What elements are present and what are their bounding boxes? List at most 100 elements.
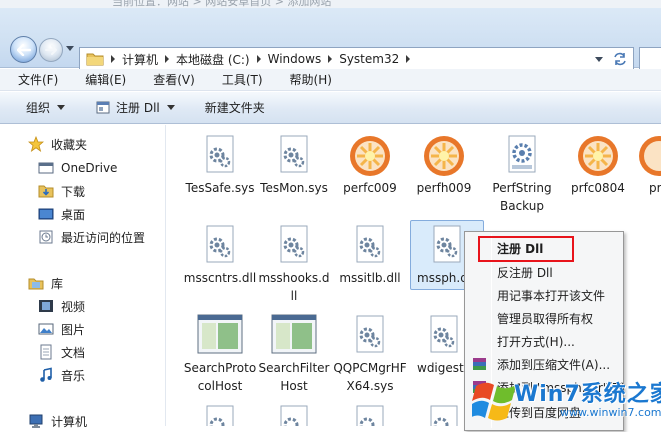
register-dll-label: 注册 Dll (116, 101, 160, 115)
file-row4-item[interactable] (333, 401, 407, 426)
search-box[interactable] (639, 47, 661, 71)
watermark-url: www.winwin7.com (560, 406, 661, 419)
new-folder-button[interactable]: 新建文件夹 (205, 99, 265, 116)
nav-pictures[interactable]: 图片 (38, 318, 85, 340)
documents-icon (40, 344, 52, 360)
breadcrumb-separator-icon[interactable] (256, 55, 261, 63)
file-mssitlb[interactable]: mssitlb.dll (333, 221, 407, 287)
nav-computer-label: 计算机 (51, 414, 88, 429)
file-qqpcmgrhfx64[interactable]: QQPCMgrHFX64.sys (333, 311, 407, 395)
nav-favorites-label: 收藏夹 (51, 137, 88, 152)
file-perfc009[interactable]: perfc009 (333, 131, 407, 197)
forward-button[interactable] (39, 38, 63, 62)
system-file-icon (196, 131, 244, 179)
recent-places-icon (39, 230, 53, 244)
refresh-icon (614, 52, 626, 66)
application-icon (270, 311, 318, 359)
breadcrumb-separator-icon[interactable] (111, 55, 115, 63)
file-name: TesMon.sys (260, 181, 328, 195)
breadcrumb-separator-icon[interactable] (406, 55, 411, 63)
breadcrumb-local-disk[interactable]: 本地磁盘 (C:) (176, 51, 250, 68)
navigation-pane: 收藏夹 OneDrive 下载 桌面 最近访问的位置 库 视频 图片 文档 音乐… (0, 125, 166, 429)
pictures-icon (38, 323, 54, 335)
file-name: SearchFilterHost (258, 361, 330, 393)
file-searchfilterhost[interactable]: SearchFilterHost (257, 311, 331, 395)
star-icon (28, 136, 44, 152)
nav-music[interactable]: 音乐 (38, 364, 85, 386)
nav-onedrive[interactable]: OneDrive (38, 157, 117, 179)
nav-pictures-label: 图片 (61, 322, 86, 337)
nav-favorites[interactable]: 收藏夹 (28, 133, 87, 155)
menu-tools[interactable]: 工具(T) (204, 71, 272, 88)
organize-button[interactable]: 组织 (26, 99, 66, 116)
nav-downloads[interactable]: 下载 (38, 180, 85, 202)
ctx-open-with-notepad-label: 用记事本打开该文件 (497, 288, 606, 303)
file-searchprotocolhost[interactable]: SearchProtocolHost (183, 311, 257, 395)
chevron-down-icon (166, 105, 175, 110)
dll-file-icon (270, 221, 318, 269)
nav-desktop-label: 桌面 (61, 207, 86, 222)
site-watermark: Win7系统之家 www.winwin7.com (468, 370, 661, 426)
new-folder-label: 新建文件夹 (204, 101, 265, 115)
file-msshooks[interactable]: msshooks.dll (257, 221, 331, 305)
breadcrumb-computer[interactable]: 计算机 (122, 51, 158, 68)
nav-desktop[interactable]: 桌面 (38, 203, 85, 225)
breadcrumb-system32[interactable]: System32 (339, 52, 399, 66)
downloads-folder-icon (38, 185, 54, 198)
dll-icon (96, 101, 110, 114)
breadcrumb-windows[interactable]: Windows (268, 52, 322, 66)
recent-pages-dropdown[interactable] (66, 46, 74, 51)
background-breadcrumb: 当前位置：网站 > 网站安卓首页 > 添加网站 (112, 0, 332, 8)
file-tesmon[interactable]: TesMon.sys (257, 131, 331, 197)
file-tessafe[interactable]: TesSafe.sys (183, 131, 257, 197)
address-history-dropdown[interactable] (595, 57, 603, 62)
folder-icon (86, 52, 104, 66)
menu-help[interactable]: 帮助(H) (272, 71, 341, 88)
file-name: msshooks.dll (258, 271, 330, 303)
menu-bar: 文件(F) 编辑(E) 查看(V) 工具(T) 帮助(H) (0, 69, 661, 91)
menu-view[interactable]: 查看(V) (135, 71, 204, 88)
breadcrumb-separator-icon[interactable] (328, 55, 333, 63)
ctx-unregister-dll[interactable]: 反注册 Dll (465, 261, 623, 283)
file-name: mssitlb.dll (339, 271, 401, 285)
performance-data-icon (346, 131, 394, 179)
ctx-take-ownership-label: 管理员取得所有权 (497, 311, 594, 326)
menu-edit[interactable]: 编辑(E) (67, 71, 135, 88)
file-prfc0804[interactable]: prfc0804 (561, 131, 635, 197)
ctx-take-ownership[interactable]: 管理员取得所有权 (465, 307, 623, 329)
refresh-button[interactable] (611, 51, 629, 67)
breadcrumb-separator-icon[interactable] (165, 55, 170, 63)
register-dll-button[interactable]: 注册 Dll (96, 99, 175, 116)
dll-file-icon (196, 401, 244, 426)
nav-libraries[interactable]: 库 (28, 272, 63, 294)
nav-videos[interactable]: 视频 (38, 295, 85, 317)
ctx-unregister-dll-label: 反注册 Dll (497, 265, 553, 280)
file-row4-item[interactable] (257, 401, 331, 426)
library-icon (28, 278, 44, 290)
file-partial[interactable]: pr (635, 131, 661, 197)
ctx-open-with[interactable]: 打开方式(H)... (465, 330, 623, 352)
file-perfh009[interactable]: perfh009 (407, 131, 481, 197)
menu-file[interactable]: 文件(F) (0, 71, 67, 88)
chevron-down-icon (57, 105, 66, 110)
config-file-icon (498, 131, 546, 179)
nav-videos-label: 视频 (61, 299, 86, 314)
nav-recent-places[interactable]: 最近访问的位置 (38, 226, 145, 248)
file-name: TesSafe.sys (185, 181, 255, 195)
windows-logo-icon (472, 382, 516, 421)
file-row4-item[interactable] (183, 401, 257, 426)
ctx-open-with-notepad[interactable]: 用记事本打开该文件 (465, 284, 623, 306)
back-button[interactable] (10, 36, 37, 63)
back-arrow-icon (16, 43, 31, 56)
file-name: prfc0804 (571, 181, 625, 195)
command-bar: 组织 注册 Dll 新建文件夹 (0, 92, 661, 124)
nav-computer[interactable]: 计算机 (28, 410, 87, 432)
application-icon (196, 311, 244, 359)
address-bar[interactable]: 计算机 本地磁盘 (C:) Windows System32 (79, 47, 634, 71)
file-msscntrs[interactable]: msscntrs.dll (183, 221, 257, 287)
nav-documents[interactable]: 文档 (38, 341, 85, 363)
performance-data-icon (574, 131, 622, 179)
performance-data-icon (420, 131, 468, 179)
nav-music-label: 音乐 (61, 368, 86, 383)
file-perfstringbackup[interactable]: PerfString Backup (485, 131, 559, 215)
